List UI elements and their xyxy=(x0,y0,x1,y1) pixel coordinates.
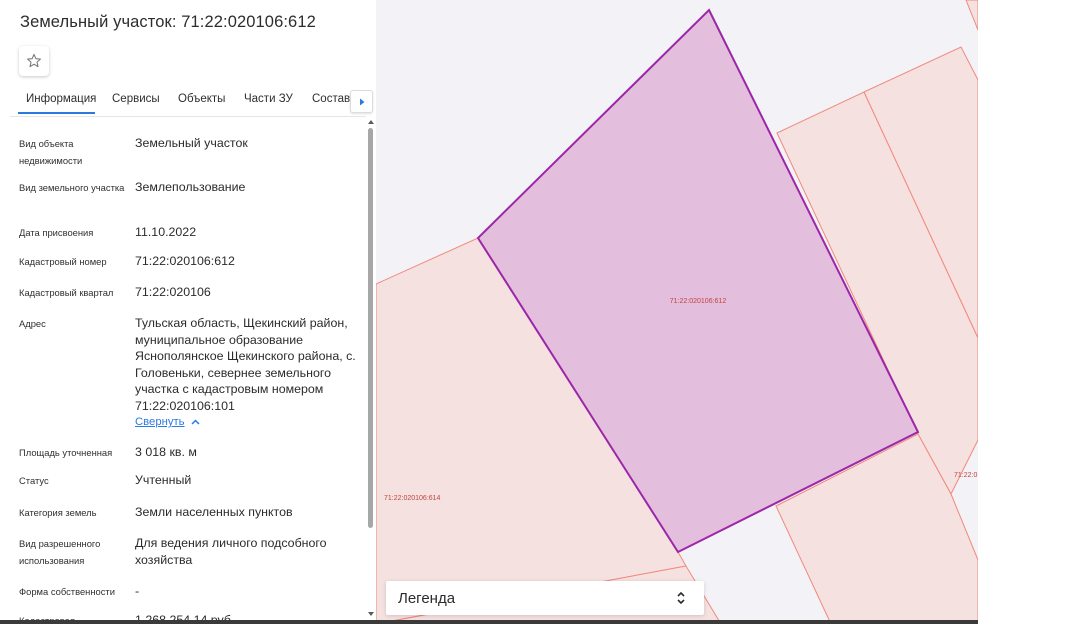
scroll-down-arrow-icon[interactable] xyxy=(367,610,375,618)
blank-area xyxy=(978,0,1073,624)
neighbor-parcel-label: 71:22:020106:614 xyxy=(384,495,441,502)
favorite-button[interactable] xyxy=(19,46,49,76)
parcel-top-right[interactable] xyxy=(965,0,978,31)
property-label: Адрес xyxy=(19,318,46,329)
property-value: 11.10.2022 xyxy=(135,225,197,239)
page-title: Земельный участок: 71:22:020106:612 xyxy=(20,13,316,31)
chevron-up-icon xyxy=(191,419,200,425)
property-label: Кадастровый номер xyxy=(19,256,107,267)
window-bottom-border xyxy=(0,620,978,624)
scroll-up-arrow-icon[interactable] xyxy=(367,118,375,126)
legend-dropdown[interactable]: Легенда xyxy=(386,581,704,615)
property-value: 71:22:020106:612 xyxy=(135,254,235,268)
property-value: Для ведения личного подсобного хозяйства xyxy=(135,536,327,567)
edge-parcel-label: 71:22:0 xyxy=(954,472,977,479)
property-value: Учтенный xyxy=(135,473,192,487)
properties-scrollbar[interactable] xyxy=(366,118,376,624)
property-label: Форма собственности xyxy=(19,586,115,597)
info-panel: Земельный участок: 71:22:020106:612 Инфо… xyxy=(0,0,376,624)
property-value: 71:22:020106 xyxy=(135,285,211,299)
property-value: - xyxy=(135,584,140,598)
property-label: Категория земель xyxy=(19,507,97,518)
map-canvas[interactable]: 71:22:020106:612 71:22:020106:614 71:22:… xyxy=(376,0,978,624)
property-value: Земли населенных пунктов xyxy=(135,505,293,519)
tabs-scroll-right-button[interactable] xyxy=(350,90,373,113)
property-value: Тульская область, Щекинский район, муниц… xyxy=(135,316,356,413)
cadastral-map-app: 71:22:020106:612 71:22:020106:614 71:22:… xyxy=(0,0,1073,624)
property-label: Вид земельного участка xyxy=(19,182,125,193)
properties-list: Вид объекта недвижимости Земельный участ… xyxy=(0,118,366,624)
property-label: Дата присвоения xyxy=(19,227,94,238)
scroll-thumb[interactable] xyxy=(368,128,373,528)
tab-information[interactable]: Информация xyxy=(26,93,96,105)
tab-land-parts[interactable]: Части ЗУ xyxy=(244,93,293,105)
property-label: Вид разрешенного использования xyxy=(19,538,101,566)
collapse-label: Свернуть xyxy=(135,416,185,428)
tab-composition[interactable]: Состав xyxy=(312,93,350,105)
tab-bar: Информация Сервисы Объекты Части ЗУ Сост… xyxy=(10,86,376,116)
active-tab-indicator xyxy=(18,112,95,114)
collapse-address-link[interactable]: Свернуть xyxy=(135,416,200,428)
property-label: Статус xyxy=(19,475,49,486)
property-label: Кадастровый квартал xyxy=(19,287,114,298)
tab-services[interactable]: Сервисы xyxy=(112,93,160,105)
property-label: Площадь уточненная xyxy=(19,447,113,458)
chevron-up-down-icon xyxy=(677,591,685,605)
property-value: Землепользование xyxy=(135,180,246,194)
selected-parcel-label: 71:22:020106:612 xyxy=(670,298,727,305)
property-label: Вид объекта недвижимости xyxy=(19,138,83,166)
property-value: Земельный участок xyxy=(135,136,248,150)
tabs-divider xyxy=(10,116,366,117)
arrow-right-icon xyxy=(359,98,364,105)
map-view[interactable]: 71:22:020106:612 71:22:020106:614 71:22:… xyxy=(376,0,978,624)
tab-objects[interactable]: Объекты xyxy=(178,93,225,105)
legend-label: Легенда xyxy=(398,590,456,607)
property-value: 3 018 кв. м xyxy=(135,445,197,459)
star-outline-icon xyxy=(27,53,41,68)
